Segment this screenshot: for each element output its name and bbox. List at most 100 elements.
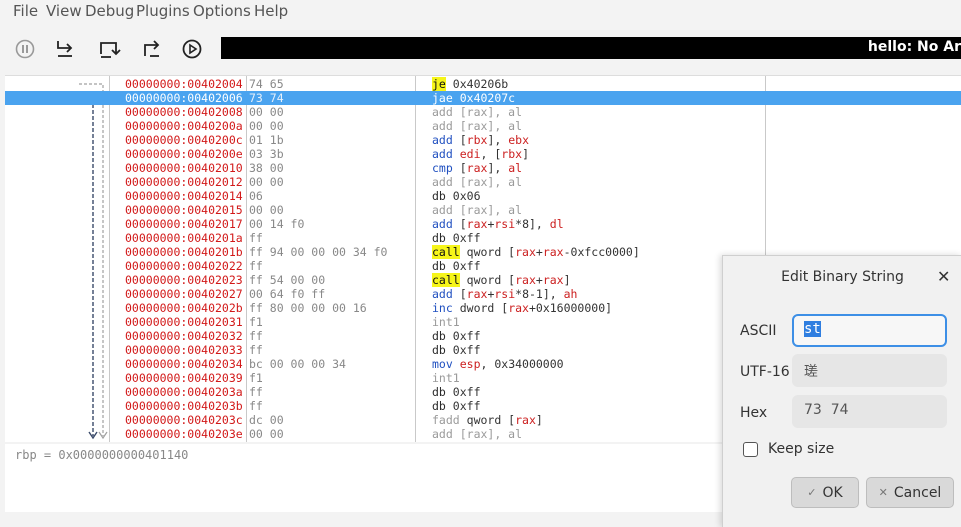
row-bytes: 00 00 — [249, 119, 284, 133]
disasm-row[interactable]: 00000000:0040200a 00 00 add [rax], al — [5, 119, 961, 133]
row-operands: [rax+rsi*8], dl — [459, 217, 564, 231]
disasm-row[interactable]: 00000000:00402014 06 db 0x06 — [5, 189, 961, 203]
row-mnemonic: db — [432, 385, 446, 399]
row-address: 00000000:00402012 — [125, 175, 243, 189]
row-address: 00000000:0040203c — [125, 413, 243, 427]
row-operands: 0xff — [452, 343, 481, 357]
row-bytes: 00 00 — [249, 427, 284, 441]
row-bytes: 38 00 — [249, 161, 284, 175]
row-mnemonic: add — [432, 217, 453, 231]
ok-button[interactable]: ✓ OK — [791, 477, 859, 508]
menu-debug[interactable]: Debug — [85, 2, 134, 20]
row-instruction: jae 0x40207c — [432, 91, 515, 105]
hex-input[interactable]: 73 74 — [792, 395, 947, 428]
step-over-icon[interactable] — [96, 36, 122, 62]
row-operands: esp, 0x34000000 — [459, 357, 564, 371]
row-bytes: f1 — [249, 315, 263, 329]
row-address: 00000000:0040200c — [125, 133, 243, 147]
row-address: 00000000:00402014 — [125, 189, 243, 203]
menu-help[interactable]: Help — [254, 2, 288, 20]
row-bytes: ff 54 00 00 — [249, 273, 326, 287]
row-bytes: bc 00 00 00 34 — [249, 357, 346, 371]
status-text: hello: No Ar — [867, 39, 961, 55]
row-mnemonic: fadd — [432, 413, 460, 427]
row-operands: 0xff — [452, 259, 481, 273]
row-instruction: db 0xff — [432, 231, 481, 245]
cancel-button[interactable]: ✕ Cancel — [866, 477, 954, 508]
row-operands: qword [rax+rax] — [466, 273, 571, 287]
row-mnemonic: db — [432, 399, 446, 413]
menu-bar: File View Debug Plugins Options Help — [0, 0, 961, 24]
disasm-row[interactable]: 00000000:00402008 00 00 add [rax], al — [5, 105, 961, 119]
row-instruction: db 0xff — [432, 259, 481, 273]
row-mnemonic: db — [432, 329, 446, 343]
utf16-value: 瑳 — [804, 364, 818, 380]
utf16-input[interactable]: 瑳 — [792, 354, 947, 387]
row-mnemonic: int1 — [432, 371, 460, 385]
row-bytes: 73 74 — [249, 91, 284, 105]
row-instruction: add [rax+rsi*8], dl — [432, 217, 564, 231]
status-bar: hello: No Ar — [221, 37, 961, 59]
row-bytes: 06 — [249, 189, 263, 203]
row-mnemonic: call — [432, 245, 460, 259]
row-operands: [rax], al — [459, 427, 523, 441]
cancel-label: Cancel — [893, 484, 942, 501]
row-mnemonic: jae — [432, 91, 453, 105]
disasm-row[interactable]: 00000000:00402006 73 74 jae 0x40207c — [5, 91, 961, 105]
keep-size-checkbox[interactable] — [743, 442, 758, 457]
step-into-icon[interactable] — [52, 36, 78, 62]
disasm-row[interactable]: 00000000:00402017 00 14 f0 add [rax+rsi*8]… — [5, 217, 961, 231]
menu-file[interactable]: File — [13, 2, 38, 20]
pause-icon[interactable] — [12, 36, 38, 62]
row-operands: 0xff — [452, 399, 481, 413]
row-instruction: int1 — [432, 371, 460, 385]
disasm-row[interactable]: 00000000:00402010 38 00 cmp [rax], al — [5, 161, 961, 175]
row-bytes: 00 64 f0 ff — [249, 287, 326, 301]
disasm-row[interactable]: 00000000:00402004 74 65 je 0x40206b — [5, 77, 961, 91]
row-operands: 0x06 — [452, 189, 481, 203]
row-address: 00000000:00402032 — [125, 329, 243, 343]
ascii-input[interactable]: st — [792, 314, 947, 347]
close-icon[interactable]: ✕ — [937, 267, 950, 286]
row-address: 00000000:00402022 — [125, 259, 243, 273]
menu-options[interactable]: Options — [193, 2, 251, 20]
row-instruction: db 0xff — [432, 385, 481, 399]
disasm-row[interactable]: 00000000:00402012 00 00 add [rax], al — [5, 175, 961, 189]
row-instruction: add [rax], al — [432, 203, 522, 217]
row-instruction: cmp [rax], al — [432, 161, 522, 175]
row-address: 00000000:0040201b — [125, 245, 243, 259]
disasm-row[interactable]: 00000000:0040200c 01 1b add [rbx], ebx — [5, 133, 961, 147]
row-operands: qword [rax] — [466, 413, 543, 427]
row-operands: qword [rax+rax-0xfcc0000] — [466, 245, 640, 259]
row-instruction: db 0x06 — [432, 189, 481, 203]
disasm-row[interactable]: 00000000:00402015 00 00 add [rax], al — [5, 203, 961, 217]
row-bytes: ff — [249, 399, 263, 413]
row-instruction: int1 — [432, 315, 460, 329]
row-instruction: je 0x40206b — [432, 77, 508, 91]
row-operands: [rax], al — [459, 161, 523, 175]
row-bytes: 00 00 — [249, 105, 284, 119]
row-address: 00000000:00402017 — [125, 217, 243, 231]
row-mnemonic: add — [432, 287, 453, 301]
disasm-row[interactable]: 00000000:0040201a ff db 0xff — [5, 231, 961, 245]
row-operands: 0x40206b — [452, 77, 509, 91]
row-mnemonic: add — [432, 175, 453, 189]
row-bytes: dc 00 — [249, 413, 284, 427]
menu-plugins[interactable]: Plugins — [136, 2, 190, 20]
row-address: 00000000:00402004 — [125, 77, 243, 91]
disasm-row[interactable]: 00000000:0040200e 03 3b add edi, [rbx] — [5, 147, 961, 161]
step-out-icon[interactable] — [139, 36, 165, 62]
row-bytes: f1 — [249, 371, 263, 385]
row-address: 00000000:00402033 — [125, 343, 243, 357]
row-address: 00000000:00402010 — [125, 161, 243, 175]
row-address: 00000000:00402034 — [125, 357, 243, 371]
row-address: 00000000:0040200a — [125, 119, 243, 133]
run-icon[interactable] — [179, 36, 205, 62]
row-operands: [rbx], ebx — [459, 133, 529, 147]
row-instruction: add [rax], al — [432, 105, 522, 119]
menu-view[interactable]: View — [46, 2, 82, 20]
ok-label: OK — [822, 484, 843, 501]
row-operands: [rax], al — [459, 105, 523, 119]
row-address: 00000000:00402027 — [125, 287, 243, 301]
keep-size-label[interactable]: Keep size — [768, 441, 834, 457]
